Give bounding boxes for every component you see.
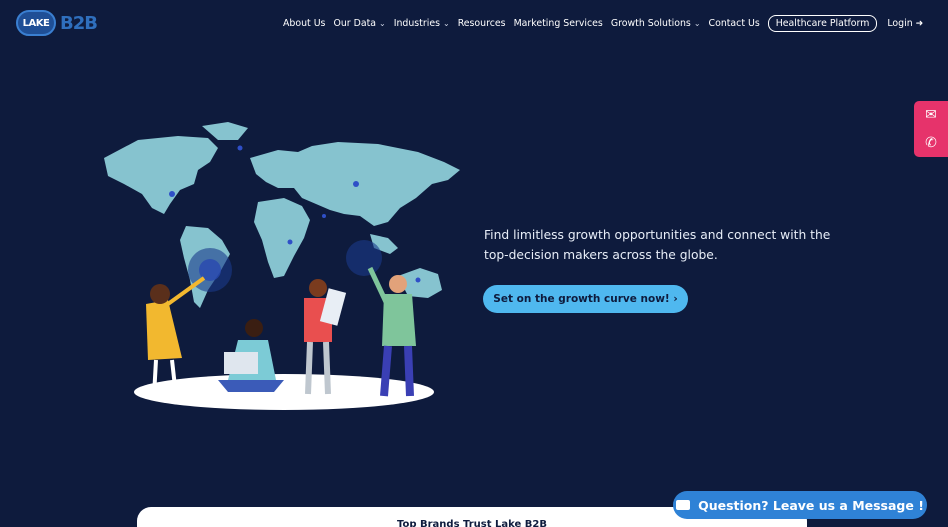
logo[interactable]: LAKE B2B: [16, 10, 98, 36]
chevron-down-icon: ⌄: [379, 19, 386, 28]
logo-lake-badge: LAKE: [16, 10, 56, 36]
chevron-down-icon: ⌄: [442, 19, 450, 28]
nav-label: Marketing Services: [513, 18, 603, 29]
leave-message-button[interactable]: Question? Leave us a Message !: [673, 491, 927, 519]
nav-marketing-services[interactable]: Marketing Services: [514, 18, 603, 29]
nav-label: Contact Us: [708, 18, 760, 29]
logo-b2b-text: B2B: [60, 12, 98, 34]
nav-label: Industries: [393, 18, 440, 29]
nav-about-us[interactable]: About Us: [283, 18, 325, 29]
main-menu: About Us Our Data ⌄ Industries ⌄ Resources…: [283, 15, 931, 32]
side-email-button[interactable]: ✉: [914, 101, 948, 129]
top-nav: LAKE B2B About Us Our Data ⌄ Industries ⌄ …: [0, 0, 948, 44]
chevron-down-icon: ⌄: [693, 19, 701, 28]
hero-tagline: Find limitless growth opportunities and …: [484, 228, 831, 262]
healthcare-platform-button[interactable]: Healthcare Platform: [767, 15, 878, 32]
nav-growth-solutions[interactable]: Growth Solutions ⌄: [611, 18, 701, 29]
phone-icon: ✆: [925, 135, 937, 151]
nav-our-data[interactable]: Our Data ⌄: [333, 18, 385, 29]
side-phone-button[interactable]: ✆: [914, 129, 948, 157]
login-label: Login: [887, 18, 913, 29]
nav-label: Growth Solutions: [610, 18, 691, 29]
nav-label: Our Data: [333, 18, 376, 29]
envelope-icon: ✉: [925, 107, 937, 123]
growth-curve-cta-button[interactable]: Set on the growth curve now! ›: [483, 285, 688, 313]
login-icon: ➜: [915, 18, 924, 29]
envelope-icon: [676, 500, 691, 510]
world-map-illustration: [104, 122, 460, 410]
nav-label: Resources: [457, 18, 506, 29]
nav-resources[interactable]: Resources: [458, 18, 506, 29]
nav-label: About Us: [283, 18, 326, 29]
login-link[interactable]: Login ➜: [887, 18, 923, 29]
world-map-shape: [104, 122, 460, 308]
nav-contact-us[interactable]: Contact Us: [709, 18, 760, 29]
brands-card-title: Top Brands Trust Lake B2B: [397, 519, 547, 527]
leave-message-label: Question? Leave us a Message !: [698, 497, 924, 513]
nav-industries[interactable]: Industries ⌄: [394, 18, 450, 29]
